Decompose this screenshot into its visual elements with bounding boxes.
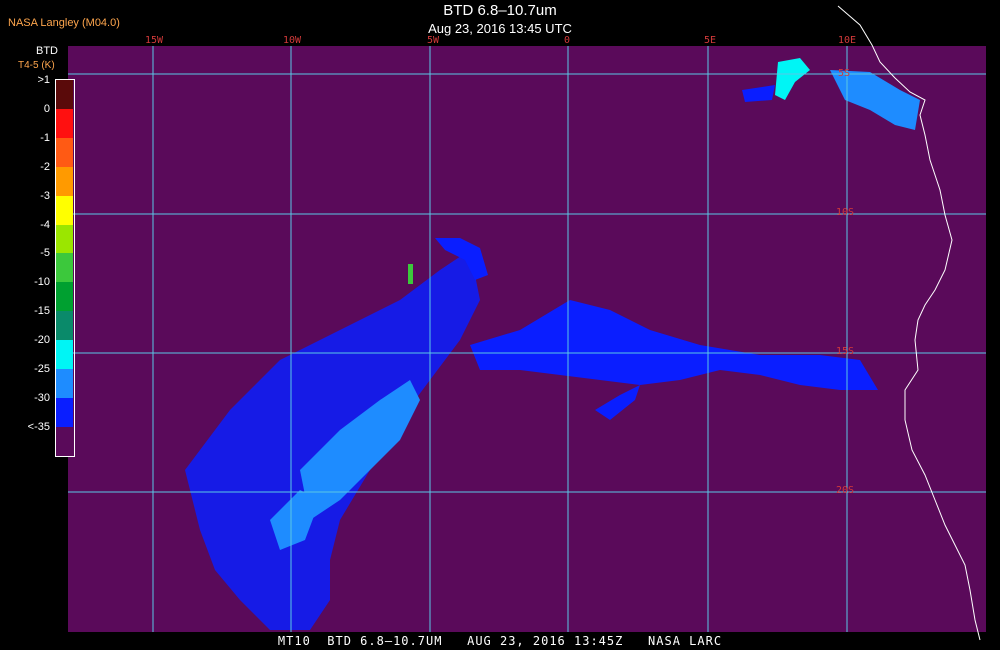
legend-swatch [56,369,73,398]
legend-tick-label: -4 [40,218,50,231]
legend-swatch [56,426,73,456]
legend-tick-label: -5 [40,247,50,260]
legend-swatch [56,80,73,109]
green-pixel [408,264,413,284]
satellite-map [68,5,986,641]
legend-unit: T4-5 (K) [18,60,55,71]
lon-label-10e: 10E [838,35,857,46]
legend-tick-label: -15 [34,305,50,318]
legend-tick-label: -30 [34,391,50,404]
lon-label-5w: 5W [427,35,440,46]
footer-caption: MT10 BTD 6.8–10.7UM AUG 23, 2016 13:45Z … [277,634,723,648]
legend-tick-label: <-35 [27,420,50,433]
legend-swatch [56,137,73,167]
legend-swatch [56,311,73,341]
legend-swatch [56,166,73,196]
legend-swatch [56,397,73,427]
legend-tick-label: -10 [34,276,50,289]
lat-label-20s: 20S [836,485,855,496]
legend-swatch [56,224,73,254]
legend-tick-label: -20 [34,334,50,347]
legend-tick-label: -3 [40,189,50,202]
legend-tick-label: -1 [40,131,50,144]
lat-label-5s: 5S [838,68,851,79]
legend-swatch [56,340,73,370]
legend-tick-label: >1 [37,74,50,86]
lon-label-5e: 5E [704,35,717,46]
legend-swatch [56,108,73,138]
legend-swatch [56,253,73,283]
legend-title: BTD [36,45,58,57]
legend-tick-label: -2 [40,160,50,173]
legend-swatch [56,195,73,225]
lat-label-10s: 10S [836,207,855,218]
lat-label-15s: 15S [836,346,855,357]
legend-tick-label: -25 [34,363,50,375]
legend-swatch [56,282,73,312]
lon-label-15w: 15W [145,35,164,46]
lon-label-10w: 10W [283,35,302,46]
legend-tick-label: 0 [43,102,50,115]
lon-label-0: 0 [564,35,571,46]
